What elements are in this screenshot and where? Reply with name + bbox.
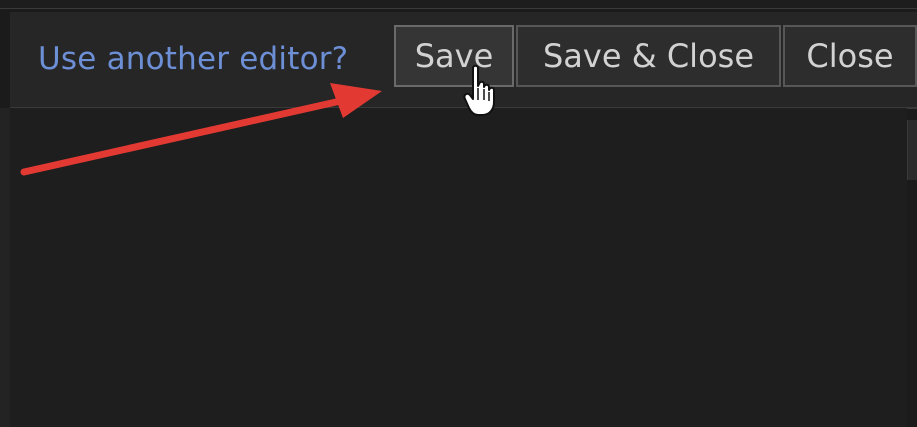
scrollbar[interactable] (907, 120, 917, 180)
editor-content-area[interactable] (10, 108, 907, 427)
window-top-edge (0, 0, 917, 9)
editor-window: Use another editor? Save Save & Close Cl… (0, 0, 917, 427)
left-border (0, 108, 10, 427)
close-button[interactable]: Close (783, 25, 917, 87)
save-and-close-button[interactable]: Save & Close (516, 25, 781, 87)
use-another-editor-link[interactable]: Use another editor? (38, 41, 348, 77)
hand-pointer-icon (463, 64, 495, 116)
